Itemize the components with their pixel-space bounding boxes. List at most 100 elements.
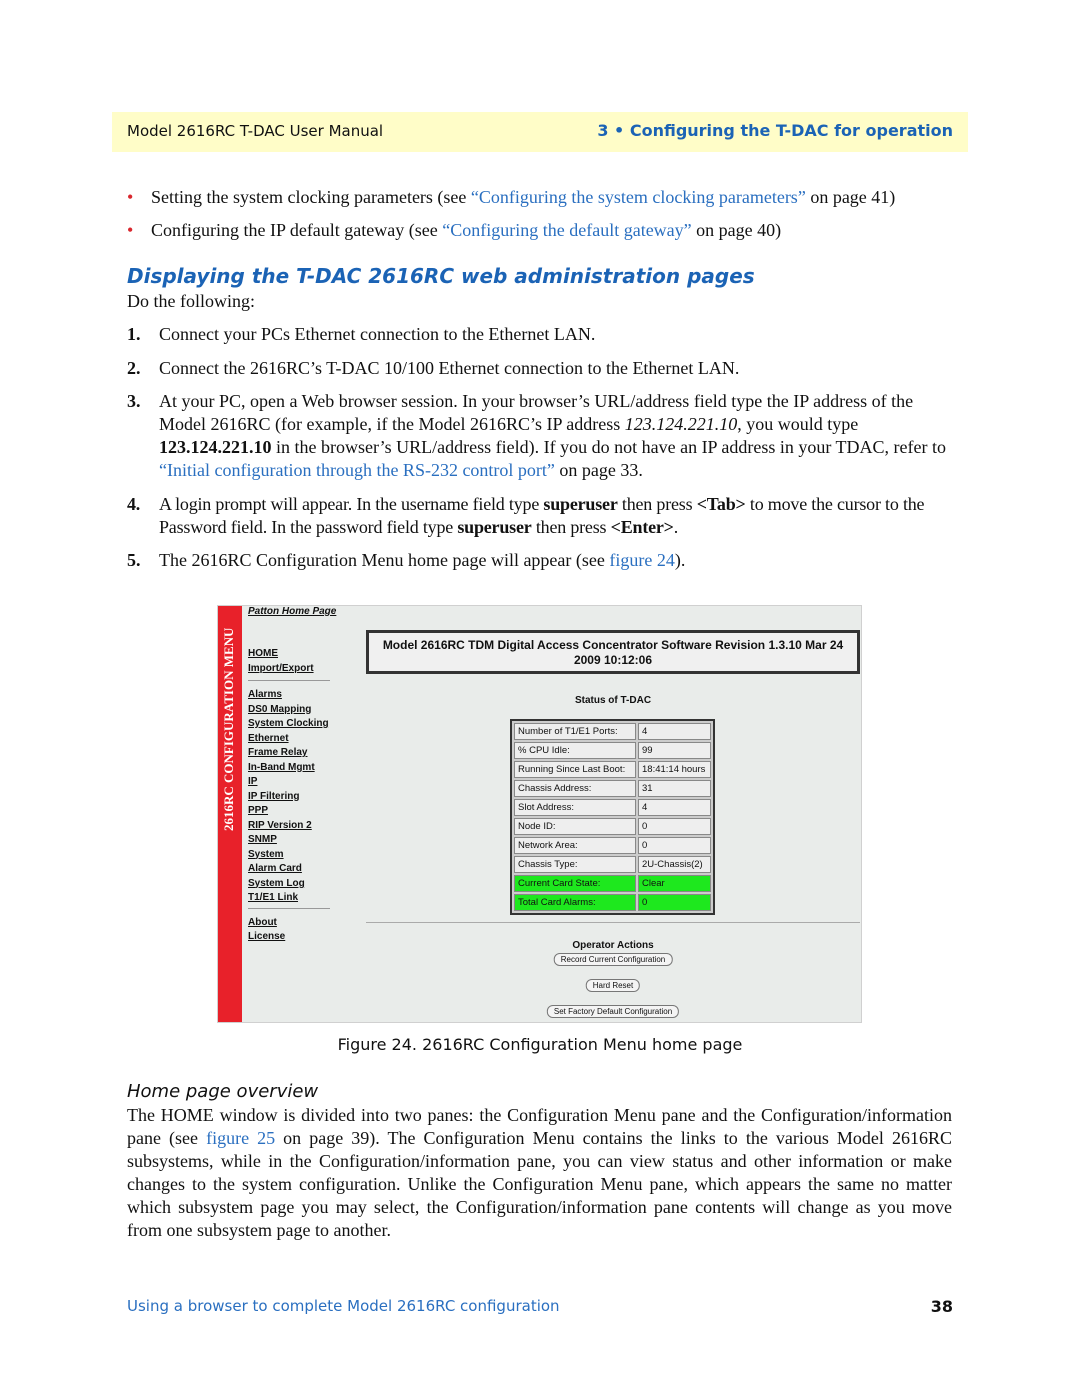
menu-link[interactable]: System Clocking — [248, 718, 329, 729]
bullet-icon: • — [127, 187, 134, 207]
status-value: 0 — [638, 894, 711, 911]
status-label: Total Card Alarms: — [514, 894, 636, 911]
intro-text: Do the following: — [127, 291, 255, 311]
status-label: % CPU Idle: — [514, 742, 636, 759]
status-row: Current Card State: Clear — [514, 875, 711, 892]
status-label: Network Area: — [514, 837, 636, 854]
status-label: Slot Address: — [514, 799, 636, 816]
menu-link[interactable]: T1/E1 Link — [248, 892, 298, 903]
menu-link[interactable]: About — [248, 917, 277, 928]
status-title: Status of T-DAC — [574, 695, 652, 706]
text: then press — [531, 517, 611, 537]
step-number: 2. — [127, 358, 141, 378]
ip-example: 123.124.221.10 — [159, 437, 272, 457]
step-text: At your PC, open a Web browser session. … — [159, 390, 957, 482]
step-text: Connect the 2616RC’s T-DAC 10/100 Ethern… — [159, 358, 740, 378]
manual-title: Model 2616RC T-DAC User Manual — [127, 122, 384, 140]
xref-link[interactable]: “Initial configuration through the RS-23… — [159, 460, 555, 480]
text: ). — [674, 550, 686, 570]
menu-link[interactable]: IP Filtering — [248, 791, 300, 802]
bullet-text: on page 40) — [691, 220, 782, 240]
xref-link[interactable]: “Configuring the system clocking paramet… — [471, 187, 806, 207]
step-number: 1. — [127, 324, 141, 344]
record-config-button[interactable]: Record Current Configuration — [553, 953, 673, 966]
status-value: 99 — [638, 742, 711, 759]
figure-caption: Figure 24. 2616RC Configuration Menu hom… — [337, 1035, 743, 1054]
menu-link[interactable]: Import/Export — [248, 663, 314, 674]
menu-link[interactable]: SNMP — [248, 834, 277, 845]
status-row: Total Card Alarms: 0 — [514, 894, 711, 911]
status-row: Network Area: 0 — [514, 837, 711, 854]
menu-link[interactable]: In-Band Mgmt — [248, 762, 315, 773]
text: . — [673, 517, 679, 537]
status-row: Number of T1/E1 Ports: 4 — [514, 723, 711, 740]
figure-link[interactable]: figure 25 — [206, 1128, 275, 1148]
status-row: Chassis Address: 31 — [514, 780, 711, 797]
footer-title[interactable]: Using a browser to complete Model 2616RC… — [127, 1297, 560, 1315]
figure-screenshot: 2616RC CONFIGURATION MENU Patton Home Pa… — [217, 605, 862, 1023]
text: A login prompt will appear. In the usern… — [159, 494, 544, 514]
menu-link[interactable]: PPP — [248, 805, 268, 816]
figure-link[interactable]: figure 24 — [609, 550, 674, 570]
status-label: Number of T1/E1 Ports: — [514, 723, 636, 740]
step-text: Connect your PCs Ethernet connection to … — [159, 324, 596, 344]
status-value: 0 — [638, 818, 711, 835]
menu-link[interactable]: HOME — [248, 648, 278, 659]
hard-reset-button[interactable]: Hard Reset — [585, 979, 641, 992]
patton-home-link[interactable]: Patton Home Page — [248, 606, 336, 617]
chapter-title: 3 • Configuring the T-DAC for operation — [597, 121, 953, 140]
status-value: 2U-Chassis(2) — [638, 856, 711, 873]
step-item: 1. Connect your PCs Ethernet connection t… — [127, 323, 957, 346]
sidebar-title: 2616RC CONFIGURATION MENU — [221, 627, 236, 831]
status-value: 18:41:14 hours — [638, 761, 711, 778]
menu-link[interactable]: DS0 Mapping — [248, 704, 311, 715]
page-number: 38 — [930, 1297, 953, 1316]
status-label: Chassis Type: — [514, 856, 636, 873]
overview-paragraph: The HOME window is divided into two pane… — [127, 1104, 952, 1242]
bullet-text: Configuring the IP default gateway (see — [151, 220, 443, 240]
menu-link[interactable]: RIP Version 2 — [248, 820, 312, 831]
status-value: 4 — [638, 723, 711, 740]
xref-link[interactable]: “Configuring the default gateway” — [442, 220, 691, 240]
menu-link[interactable]: System Log — [248, 878, 305, 889]
status-row: Chassis Type: 2U-Chassis(2) — [514, 856, 711, 873]
menu-link[interactable]: Alarm Card — [248, 863, 302, 874]
running-header: Model 2616RC T-DAC User Manual 3 • Confi… — [112, 112, 968, 152]
status-value: 0 — [638, 837, 711, 854]
menu-link[interactable]: Frame Relay — [248, 747, 307, 758]
text: in the browser’s URL/address field). If … — [271, 437, 947, 457]
status-value: 31 — [638, 780, 711, 797]
step-item: 5. The 2616RC Configuration Menu home pag… — [127, 549, 957, 572]
step-text: A login prompt will appear. In the usern… — [159, 493, 957, 539]
config-menu-sidebar-bar: 2616RC CONFIGURATION MENU — [218, 606, 242, 1022]
keyword: <Tab> — [696, 494, 746, 514]
step-number: 5. — [127, 550, 141, 570]
menu-link[interactable]: IP — [248, 776, 257, 787]
menu-link[interactable]: License — [248, 931, 285, 942]
keyword: superuser — [543, 494, 618, 514]
divider — [366, 922, 860, 923]
menu-link[interactable]: Ethernet — [248, 733, 289, 744]
bullet-text: Setting the system clocking parameters (… — [151, 187, 471, 207]
factory-default-button[interactable]: Set Factory Default Configuration — [546, 1005, 680, 1018]
keyword: superuser — [457, 517, 532, 537]
status-value: 4 — [638, 799, 711, 816]
ip-example: 123.124.221.10 — [624, 414, 738, 434]
software-banner: Model 2616RC TDM Digital Access Concentr… — [366, 630, 860, 674]
text: , you would type — [737, 414, 859, 434]
keyword: <Enter> — [610, 517, 674, 537]
step-text: The 2616RC Configuration Menu home page … — [159, 549, 957, 572]
step-item: 4. A login prompt will appear. In the use… — [127, 493, 957, 539]
status-label: Current Card State: — [514, 875, 636, 892]
status-row: Running Since Last Boot: 18:41:14 hours — [514, 761, 711, 778]
menu-link[interactable]: Alarms — [248, 689, 282, 700]
step-number: 3. — [127, 391, 141, 411]
status-row: Slot Address: 4 — [514, 799, 711, 816]
text: on page 33. — [554, 460, 643, 480]
step-item: 2. Connect the 2616RC’s T-DAC 10/100 Ethe… — [127, 357, 957, 380]
text: The 2616RC Configuration Menu home page … — [159, 550, 610, 570]
status-row: Node ID: 0 — [514, 818, 711, 835]
step-number: 4. — [127, 494, 141, 514]
step-item: 3. At your PC, open a Web browser session… — [127, 390, 957, 482]
menu-link[interactable]: System — [248, 849, 284, 860]
